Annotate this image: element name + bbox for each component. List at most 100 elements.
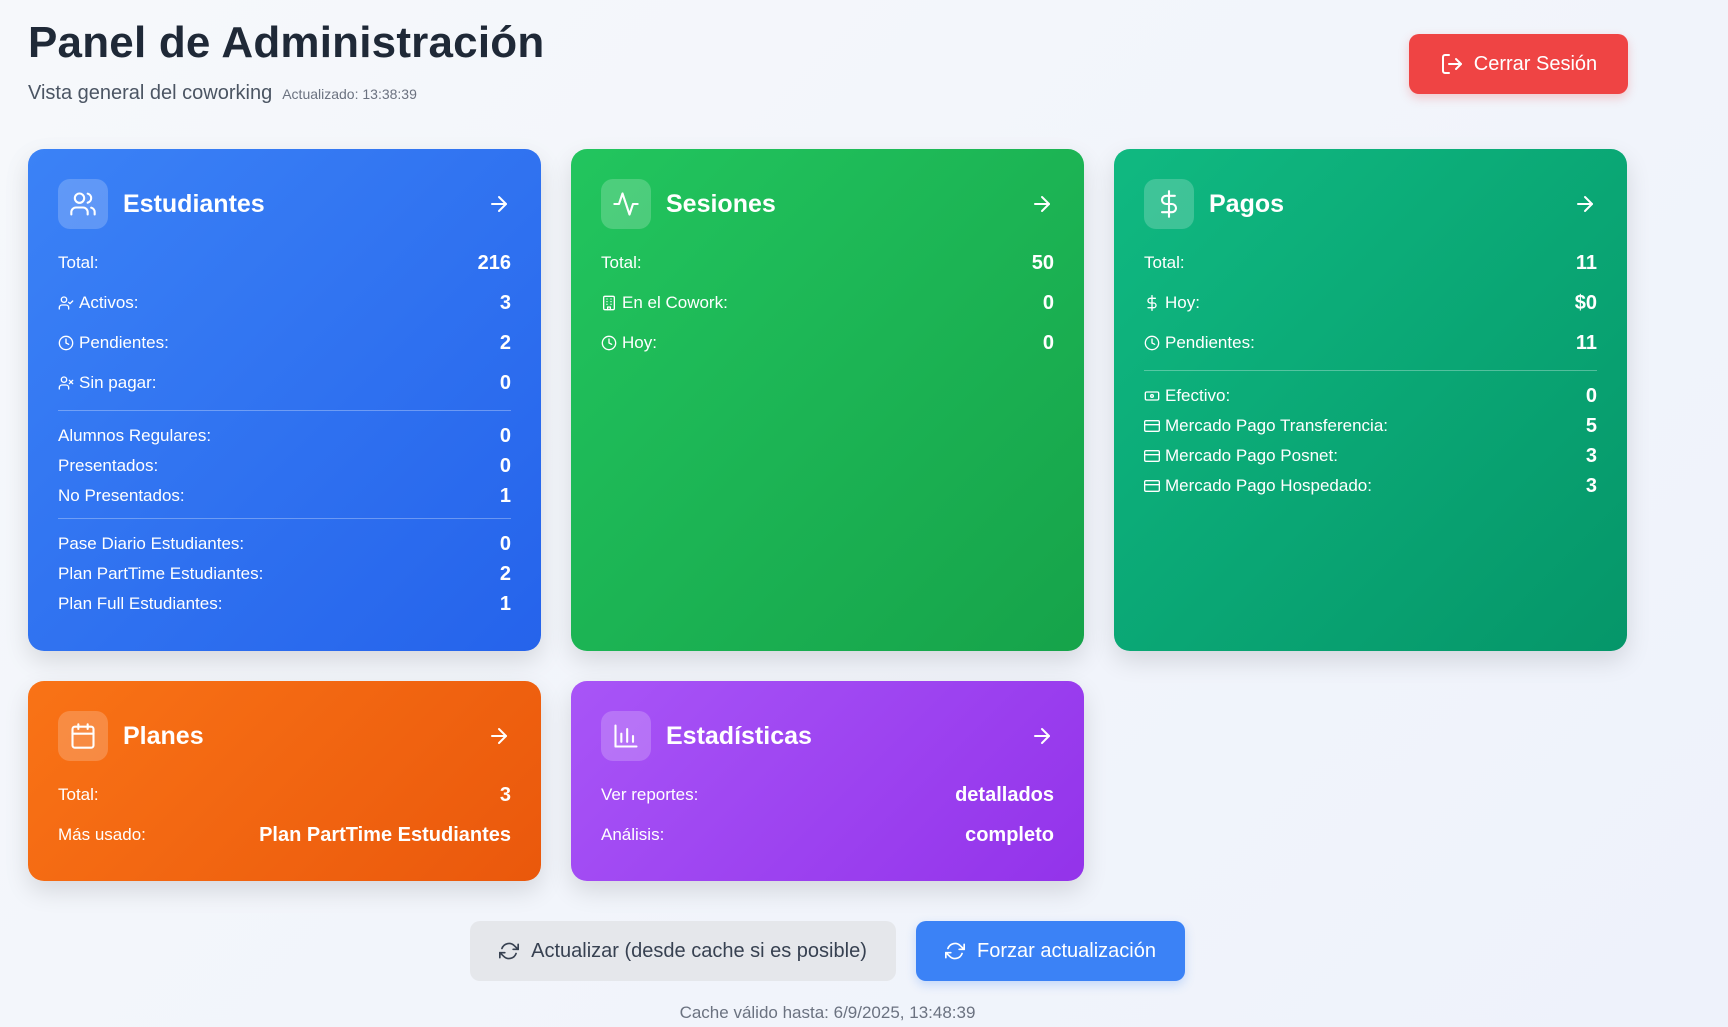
stat-label: Mercado Pago Transferencia:: [1165, 416, 1389, 435]
stat-value: 0: [1585, 384, 1597, 407]
force-refresh-button[interactable]: Forzar actualización: [916, 921, 1185, 981]
card-title: Sesiones: [666, 189, 776, 218]
stat-label: Efectivo:: [1165, 386, 1231, 405]
divider: [1144, 370, 1597, 371]
clock-icon: [601, 335, 617, 351]
arrow-right-icon[interactable]: [1030, 724, 1054, 748]
stat-row-mp-posnet: Mercado Pago Posnet: 3: [1144, 441, 1597, 471]
stat-row-total: Total: 11: [1144, 243, 1597, 283]
logout-icon: [1441, 54, 1462, 74]
card-title: Pagos: [1209, 189, 1285, 218]
stat-label: Hoy:: [622, 333, 657, 352]
stat-value: 3: [499, 291, 511, 314]
stat-label: Más usado:: [58, 825, 146, 844]
card-header: Planes: [58, 711, 511, 761]
stat-value: 1: [499, 592, 511, 615]
stat-row-no-presentados: No Presentados: 1: [58, 481, 511, 511]
stat-label: Sin pagar:: [79, 373, 157, 392]
stat-row-cowork: En el Cowork: 0: [601, 283, 1054, 323]
divider: [58, 410, 511, 411]
stat-value: 3: [1585, 444, 1597, 467]
stat-label: Presentados:: [58, 456, 159, 475]
stat-label: Pendientes:: [79, 333, 169, 352]
stat-value: 2: [499, 562, 511, 585]
dollar-icon: [1144, 179, 1194, 229]
stat-value: completo: [965, 823, 1054, 846]
page-header: Panel de Administración Vista general de…: [28, 18, 544, 105]
divider: [58, 518, 511, 519]
building-icon: [603, 295, 615, 311]
stat-row-mp-transferencia: Mercado Pago Transferencia: 5: [1144, 411, 1597, 441]
stat-row-mp-hospedado: Mercado Pago Hospedado: 3: [1144, 471, 1597, 501]
arrow-right-icon[interactable]: [1573, 192, 1597, 216]
stat-row-pendientes: Pendientes: 11: [1144, 323, 1597, 363]
clock-icon: [1144, 335, 1160, 351]
refresh-cache-button[interactable]: Actualizar (desde cache si es posible): [470, 921, 896, 981]
card-header: Pagos: [1144, 179, 1597, 229]
stat-value: 0: [499, 371, 511, 394]
arrow-right-icon[interactable]: [1030, 192, 1054, 216]
card-title: Estadísticas: [666, 721, 812, 750]
stat-label: Plan PartTime Estudiantes:: [58, 564, 264, 583]
stat-label: Hoy:: [1165, 293, 1200, 312]
stat-value: 0: [499, 454, 511, 477]
subtitle-row: Vista general del coworking Actualizado:…: [28, 82, 544, 105]
force-refresh-label: Forzar actualización: [977, 939, 1156, 962]
page-title: Panel de Administración: [28, 18, 545, 67]
stat-label: Análisis:: [601, 825, 665, 844]
card-header: Sesiones: [601, 179, 1054, 229]
stat-row-presentados: Presentados: 0: [58, 451, 511, 481]
stat-value: 0: [1042, 291, 1054, 314]
stat-value: $0: [1574, 291, 1597, 314]
stat-value: 3: [499, 783, 511, 806]
arrow-right-icon[interactable]: [487, 192, 511, 216]
refresh-icon: [499, 942, 520, 960]
stat-row-plan-full: Plan Full Estudiantes: 1: [58, 589, 511, 619]
card-title: Estudiantes: [123, 189, 265, 218]
refresh-icon: [945, 942, 966, 960]
stat-value: Plan PartTime Estudiantes: [259, 823, 511, 846]
card-title: Planes: [123, 721, 204, 750]
stat-label: Ver reportes:: [601, 785, 699, 804]
card-planes[interactable]: Planes Total: 3 Más usado: Plan PartTime…: [28, 681, 541, 881]
stat-label: Total:: [1144, 253, 1185, 272]
user-x-icon: [58, 376, 74, 390]
admin-dashboard: Panel de Administración Vista general de…: [0, 0, 1728, 1027]
stat-label: Pase Diario Estudiantes:: [58, 534, 245, 553]
card-sesiones[interactable]: Sesiones Total: 50 En el Cowork: 0 Hoy: …: [571, 149, 1084, 651]
arrow-right-icon[interactable]: [487, 724, 511, 748]
credit-card-icon: [1144, 480, 1160, 492]
credit-card-icon: [1144, 420, 1160, 432]
stat-row-total: Total: 216: [58, 243, 511, 283]
stat-value: 1: [499, 484, 511, 507]
stat-value: 50: [1031, 251, 1054, 274]
stat-value: 5: [1585, 414, 1597, 437]
card-estadisticas[interactable]: Estadísticas Ver reportes: detallados An…: [571, 681, 1084, 881]
dollar-icon: [1147, 295, 1157, 311]
stat-value: detallados: [955, 783, 1054, 806]
stat-label: Total:: [58, 785, 99, 804]
logout-button[interactable]: Cerrar Sesión: [1409, 34, 1628, 94]
stat-value: 3: [1585, 474, 1597, 497]
stat-row-mas-usado: Más usado: Plan PartTime Estudiantes: [58, 815, 511, 855]
credit-card-icon: [1144, 450, 1160, 462]
stat-value: 0: [499, 424, 511, 447]
stat-label: Activos:: [79, 293, 139, 312]
stat-label: Total:: [601, 253, 642, 272]
stat-row-pendientes: Pendientes: 2: [58, 323, 511, 363]
cache-note: Cache válido hasta: 6/9/2025, 13:48:39: [679, 1003, 976, 1022]
logout-label: Cerrar Sesión: [1473, 52, 1598, 75]
card-header: Estudiantes: [58, 179, 511, 229]
stat-row-efectivo: Efectivo: 0: [1144, 381, 1597, 411]
users-icon: [58, 179, 108, 229]
stat-row-pase-diario: Pase Diario Estudiantes: 0: [58, 529, 511, 559]
stat-value: 0: [1042, 331, 1054, 354]
card-pagos[interactable]: Pagos Total: 11 Hoy: $0 Pendientes: 11 E…: [1114, 149, 1627, 651]
user-check-icon: [58, 296, 74, 310]
stat-label: En el Cowork:: [622, 293, 728, 312]
activity-icon: [601, 179, 651, 229]
stat-label: Plan Full Estudiantes:: [58, 594, 223, 613]
card-estudiantes[interactable]: Estudiantes Total: 216 Activos: 3 Pendie…: [28, 149, 541, 651]
stat-row-sin-pagar: Sin pagar: 0: [58, 363, 511, 403]
stat-label: No Presentados:: [58, 486, 185, 505]
